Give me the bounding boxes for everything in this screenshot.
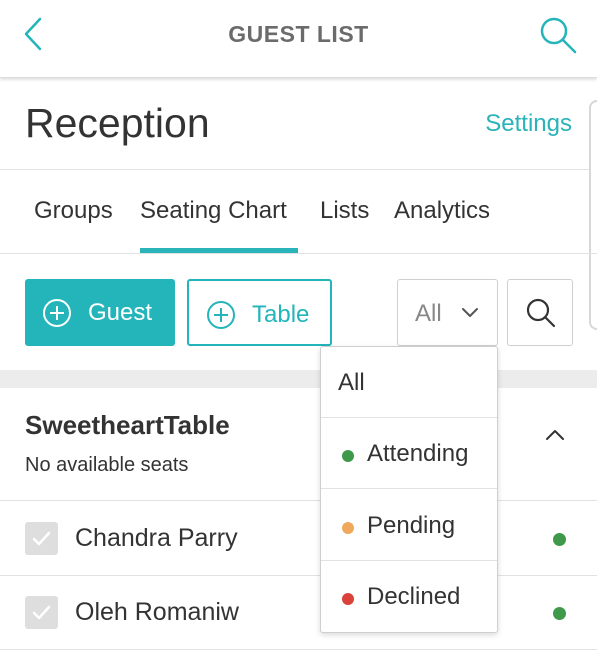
attending-status-dot bbox=[342, 450, 354, 462]
guest-checkbox[interactable] bbox=[25, 522, 58, 555]
search-button[interactable] bbox=[537, 14, 579, 56]
check-icon bbox=[32, 531, 51, 546]
add-table-button[interactable]: Table bbox=[187, 279, 332, 346]
table-name: SweetheartTable bbox=[25, 410, 230, 440]
filter-option-declined[interactable]: Declined bbox=[321, 561, 497, 632]
filter-option-attending[interactable]: Attending bbox=[321, 418, 497, 489]
settings-link[interactable]: Settings bbox=[485, 110, 572, 138]
tab-lists[interactable]: Lists bbox=[320, 197, 369, 225]
chevron-up-icon[interactable] bbox=[543, 426, 567, 444]
table-seat-status: No available seats bbox=[25, 454, 189, 476]
rsvp-status-dot bbox=[553, 533, 566, 546]
tab-groups[interactable]: Groups bbox=[34, 197, 113, 225]
pending-status-dot bbox=[342, 522, 354, 534]
seating-table-header[interactable]: SweetheartTable No available seats bbox=[0, 388, 597, 501]
filter-option-label: All bbox=[338, 369, 365, 396]
guest-search-button[interactable] bbox=[507, 279, 573, 346]
search-icon bbox=[540, 17, 577, 54]
guest-name: Chandra Parry bbox=[75, 524, 238, 552]
add-guest-button[interactable]: Guest bbox=[25, 279, 175, 346]
rsvp-filter-menu: All Attending Pending Declined bbox=[320, 346, 498, 633]
tab-bar: Groups Seating Chart Lists Analytics bbox=[0, 170, 597, 254]
filter-option-label: Attending bbox=[367, 440, 469, 467]
filter-option-label: Declined bbox=[367, 583, 461, 610]
search-icon bbox=[526, 298, 556, 328]
top-bar: GUEST LIST bbox=[0, 0, 597, 78]
rsvp-filter-select[interactable]: All bbox=[397, 279, 498, 346]
filter-selected-value: All bbox=[415, 300, 442, 327]
plus-circle-icon bbox=[43, 299, 71, 327]
event-name: Reception bbox=[25, 100, 210, 146]
add-guest-label: Guest bbox=[88, 299, 153, 326]
tab-analytics[interactable]: Analytics bbox=[394, 197, 490, 225]
filter-option-pending[interactable]: Pending bbox=[321, 490, 497, 561]
guest-row[interactable]: Oleh Romaniw bbox=[0, 576, 597, 650]
tab-seating-chart[interactable]: Seating Chart bbox=[140, 197, 287, 225]
declined-status-dot bbox=[342, 593, 354, 605]
guest-checkbox[interactable] bbox=[25, 596, 58, 629]
add-table-label: Table bbox=[252, 301, 310, 328]
guest-row[interactable]: Chandra Parry bbox=[0, 502, 597, 576]
active-tab-indicator bbox=[140, 248, 298, 253]
filter-option-label: Pending bbox=[367, 512, 456, 539]
page-title: GUEST LIST bbox=[228, 21, 369, 47]
rsvp-status-dot bbox=[553, 607, 566, 620]
event-header: Reception Settings bbox=[0, 80, 597, 170]
guest-name: Oleh Romaniw bbox=[75, 598, 239, 626]
chevron-down-icon bbox=[462, 308, 478, 317]
filter-option-all[interactable]: All bbox=[321, 347, 497, 418]
section-divider bbox=[0, 370, 597, 388]
check-icon bbox=[32, 605, 51, 620]
plus-circle-icon bbox=[207, 301, 235, 329]
